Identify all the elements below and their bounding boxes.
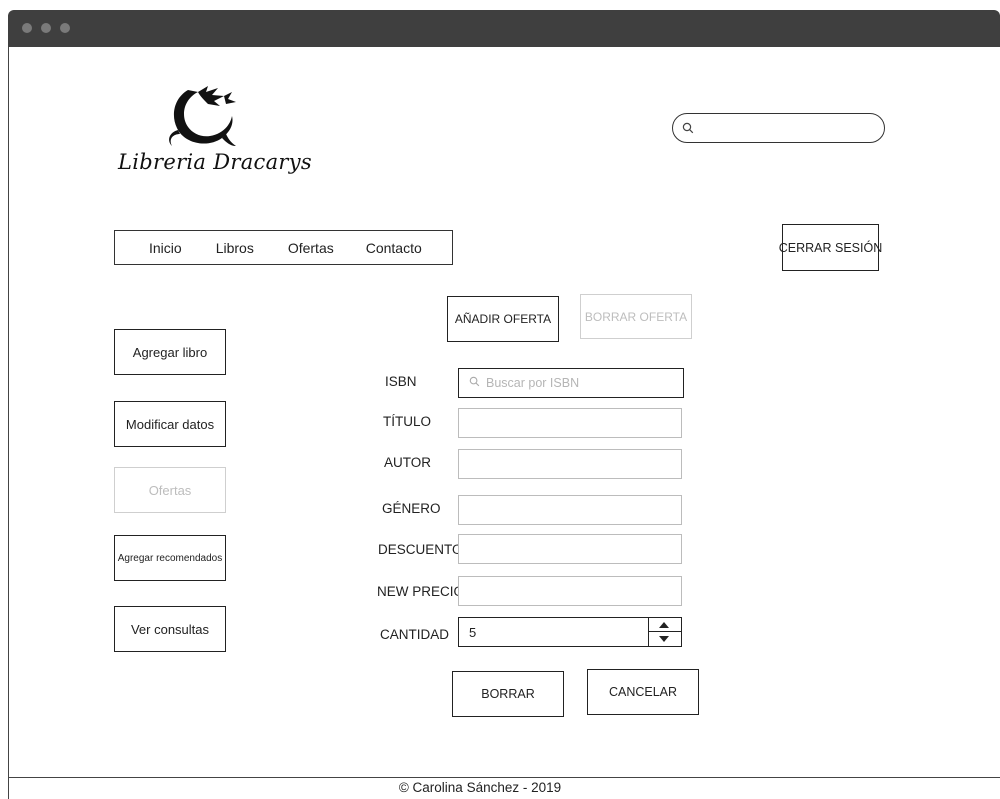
discount-label: DESCUENTO xyxy=(378,542,463,557)
window-titlebar xyxy=(8,10,1000,47)
title-label: TÍTULO xyxy=(383,414,432,429)
footer-divider xyxy=(8,777,1000,778)
add-offer-button[interactable]: AÑADIR OFERTA xyxy=(447,296,559,342)
delete-offer-button[interactable]: BORRAR OFERTA xyxy=(580,294,692,339)
quantity-spinner[interactable] xyxy=(648,618,681,646)
window-close-dot[interactable] xyxy=(22,23,32,33)
dragon-icon xyxy=(160,82,240,152)
genre-label: GÉNERO xyxy=(382,501,441,516)
sidebar-item-add-book[interactable]: Agregar libro xyxy=(114,329,226,375)
author-label: AUTOR xyxy=(384,455,432,470)
sidebar-item-edit-data[interactable]: Modificar datos xyxy=(114,401,226,447)
nav-item-ofertas[interactable]: Ofertas xyxy=(288,240,334,256)
increment-icon[interactable] xyxy=(659,622,669,628)
nav-item-inicio[interactable]: Inicio xyxy=(149,240,182,256)
quantity-label: CANTIDAD xyxy=(380,627,450,642)
window-minimize-dot[interactable] xyxy=(41,23,51,33)
quantity-value[interactable]: 5 xyxy=(459,625,648,640)
title-input[interactable] xyxy=(458,408,682,438)
search-icon xyxy=(682,121,694,139)
search-box[interactable] xyxy=(672,113,885,143)
isbn-label: ISBN xyxy=(385,374,417,389)
cancel-button[interactable]: CANCELAR xyxy=(587,669,699,715)
clear-button[interactable]: BORRAR xyxy=(452,671,564,717)
sidebar-item-offers[interactable]: Ofertas xyxy=(114,467,226,513)
quantity-stepper[interactable]: 5 xyxy=(458,617,682,647)
search-icon xyxy=(469,374,480,392)
main-nav: Inicio Libros Ofertas Contacto xyxy=(114,230,453,265)
new-price-input[interactable] xyxy=(458,576,682,606)
discount-input[interactable] xyxy=(458,534,682,564)
nav-item-libros[interactable]: Libros xyxy=(216,240,254,256)
sidebar-item-view-queries[interactable]: Ver consultas xyxy=(114,606,226,652)
nav-item-contacto[interactable]: Contacto xyxy=(366,240,422,256)
logout-button[interactable]: CERRAR SESIÓN xyxy=(779,224,882,271)
isbn-search-field[interactable] xyxy=(458,368,684,398)
footer-copyright: © Carolina Sánchez - 2019 xyxy=(398,780,562,795)
author-input[interactable] xyxy=(458,449,682,479)
decrement-icon[interactable] xyxy=(659,636,669,642)
brand-name: Libreria Dracarys xyxy=(118,150,312,174)
genre-input[interactable] xyxy=(458,495,682,525)
isbn-input[interactable] xyxy=(484,375,678,391)
sidebar-item-add-recommended[interactable]: Agregar recomendados xyxy=(114,535,226,581)
window-maximize-dot[interactable] xyxy=(60,23,70,33)
new-price-label: NEW PRECIO xyxy=(377,584,465,599)
